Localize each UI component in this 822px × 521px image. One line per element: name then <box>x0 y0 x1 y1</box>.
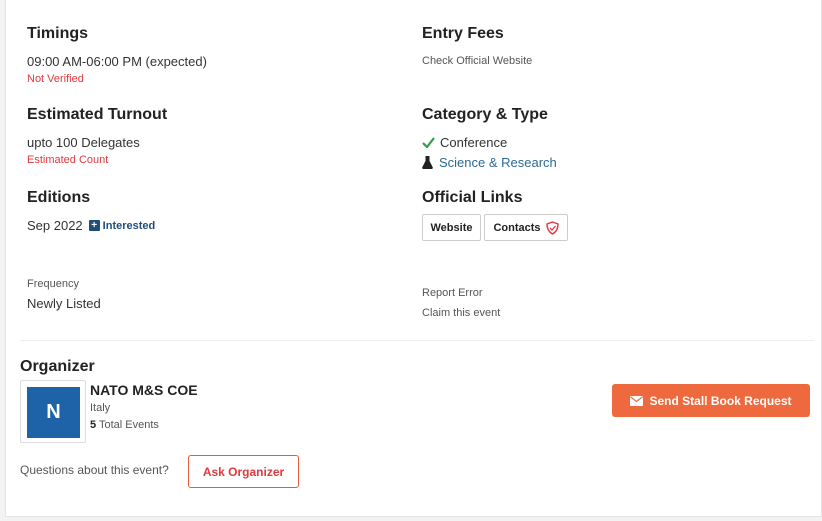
organizer-avatar-frame[interactable]: N <box>20 380 86 443</box>
interested-label: Interested <box>102 219 156 232</box>
organizer-events-count: 5 <box>90 419 97 431</box>
organizer-heading: Organizer <box>20 358 95 375</box>
turnout-status: Estimated Count <box>27 154 109 166</box>
checkmark-icon <box>422 137 435 148</box>
contacts-button[interactable]: Contacts <box>484 214 568 241</box>
plus-square-icon: + <box>88 220 100 231</box>
organizer-events: 5 Total Events <box>90 419 159 431</box>
edition-row: Sep 2022 + Interested <box>27 218 155 233</box>
interested-button[interactable]: + Interested <box>88 219 156 232</box>
category-label-science: Science & Research <box>439 155 557 170</box>
organizer-events-label: Total Events <box>98 419 159 431</box>
official-links-heading: Official Links <box>422 189 523 206</box>
turnout-heading: Estimated Turnout <box>27 106 168 123</box>
website-button[interactable]: Website <box>422 214 481 241</box>
timings-value: 09:00 AM-06:00 PM (expected) <box>27 54 207 69</box>
category-heading: Category & Type <box>422 106 548 123</box>
editions-heading: Editions <box>27 189 91 206</box>
timings-heading: Timings <box>27 25 89 42</box>
contacts-button-label: Contacts <box>493 221 541 234</box>
report-error-link[interactable]: Report Error <box>422 287 483 299</box>
claim-event-link[interactable]: Claim this event <box>422 307 500 319</box>
frequency-label: Frequency <box>27 278 79 290</box>
category-item-conference: Conference <box>422 135 507 150</box>
flask-icon <box>422 156 433 169</box>
envelope-icon <box>630 395 644 406</box>
section-divider <box>20 340 814 341</box>
category-item-science[interactable]: Science & Research <box>422 155 557 170</box>
edition-date: Sep 2022 <box>27 218 83 233</box>
questions-text: Questions about this event? <box>20 463 169 477</box>
category-label-conference: Conference <box>440 135 508 150</box>
entry-fees-heading: Entry Fees <box>422 25 504 42</box>
organizer-country: Italy <box>90 402 111 414</box>
entry-fees-value[interactable]: Check Official Website <box>422 55 532 67</box>
turnout-value: upto 100 Delegates <box>27 135 140 150</box>
event-details-card: Timings 09:00 AM-06:00 PM (expected) Not… <box>5 0 822 517</box>
website-button-label: Website <box>430 221 473 234</box>
shield-icon <box>545 220 559 235</box>
organizer-avatar: N <box>27 387 80 438</box>
frequency-value: Newly Listed <box>27 296 101 311</box>
organizer-name[interactable]: NATO M&S COE <box>90 382 198 398</box>
send-stall-book-request-button[interactable]: Send Stall Book Request <box>612 384 810 417</box>
timings-status: Not Verified <box>27 73 84 85</box>
ask-organizer-label: Ask Organizer <box>202 464 285 479</box>
ask-organizer-button[interactable]: Ask Organizer <box>188 455 299 488</box>
send-stall-book-request-label: Send Stall Book Request <box>649 393 792 408</box>
